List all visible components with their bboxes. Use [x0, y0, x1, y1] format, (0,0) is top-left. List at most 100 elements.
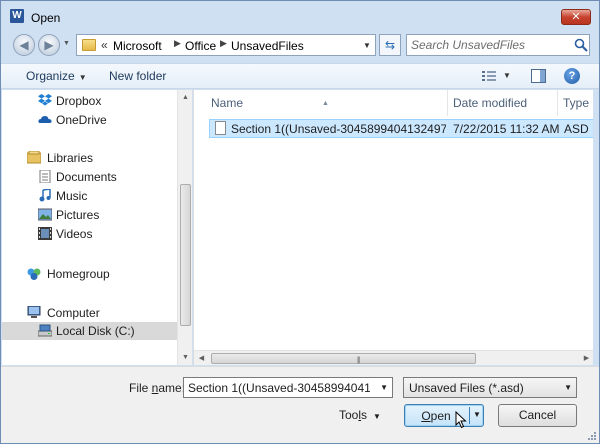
word-app-icon: W: [10, 9, 24, 23]
navigation-pane: Dropbox OneDrive Libraries Documents Mus…: [2, 90, 192, 365]
label-accelerator: O: [421, 409, 431, 423]
forward-arrow-icon: ▶: [44, 38, 54, 52]
local-disk-icon: [38, 324, 52, 337]
file-type: ASD Fi: [564, 122, 593, 136]
organize-label: Organize: [26, 69, 75, 83]
chevron-down-icon: ▼: [373, 412, 381, 421]
chevron-down-icon[interactable]: ▼: [380, 383, 388, 392]
open-dialog: W Open ✕ ◀ ▶ ▼ « Microsoft ▶ Office ▶ Un…: [0, 0, 600, 444]
address-bar[interactable]: « Microsoft ▶ Office ▶ UnsavedFiles ▼: [76, 34, 376, 56]
nav-item-music[interactable]: Music: [2, 187, 177, 205]
nav-label: Music: [56, 189, 88, 203]
refresh-icon: ⇆: [384, 38, 396, 52]
search-box[interactable]: [406, 34, 590, 56]
mouse-cursor-icon: [455, 411, 467, 429]
file-icon: [215, 121, 226, 135]
scroll-right-icon[interactable]: ▶: [579, 351, 593, 365]
file-name: Section 1((Unsaved-304589940413249776...: [231, 122, 446, 136]
cancel-button[interactable]: Cancel: [498, 404, 577, 427]
nav-item-libraries[interactable]: Libraries: [2, 149, 177, 167]
file-list: Name ▲ Date modified Type Section 1((Unsa…: [193, 90, 593, 365]
nav-item-dropbox[interactable]: Dropbox: [2, 92, 177, 110]
dialog-footer: File name: ▼ Unsaved Files (*.asd) ▼ Too…: [1, 366, 599, 443]
search-icon[interactable]: [574, 38, 588, 52]
nav-label: OneDrive: [56, 113, 107, 127]
view-options-icon[interactable]: [481, 70, 497, 83]
view-dropdown-icon[interactable]: ▼: [503, 71, 511, 80]
back-arrow-icon: ◀: [19, 38, 29, 52]
pictures-icon: [38, 208, 52, 221]
search-input[interactable]: [411, 37, 569, 53]
column-header-type[interactable]: Type: [558, 90, 593, 116]
nav-label: Computer: [47, 306, 100, 320]
split-divider: [469, 407, 470, 424]
command-bar: Organize ▼ New folder ▼ ?: [1, 63, 599, 89]
documents-icon: [39, 170, 51, 183]
nav-label: Local Disk (C:): [56, 324, 135, 338]
chevron-down-icon[interactable]: ▼: [473, 410, 481, 419]
dropbox-icon: [38, 94, 52, 106]
videos-icon: [38, 227, 52, 240]
file-name-label: File name:: [129, 381, 185, 395]
grip-icon: |||: [357, 357, 361, 364]
nav-label: Pictures: [56, 208, 100, 222]
libraries-icon: [27, 151, 41, 164]
breadcrumb-unsavedfiles[interactable]: UnsavedFiles: [231, 39, 304, 53]
nav-label: Dropbox: [56, 94, 102, 108]
music-icon: [39, 189, 51, 202]
chevron-down-icon[interactable]: ▼: [564, 383, 572, 392]
nav-pane-scrollbar[interactable]: ▲ ▼: [177, 90, 192, 365]
file-date: 7/22/2015 11:32 AM: [453, 122, 560, 136]
open-button[interactable]: Open ▼: [404, 404, 484, 427]
scroll-thumb[interactable]: |||: [211, 353, 476, 364]
nav-label: Videos: [56, 227, 93, 241]
nav-label: Homegroup: [47, 267, 110, 281]
folder-icon: [82, 39, 96, 51]
file-name-combobox[interactable]: ▼: [183, 377, 393, 398]
preview-pane-icon[interactable]: [531, 69, 546, 83]
file-type-select[interactable]: Unsaved Files (*.asd) ▼: [403, 377, 577, 398]
column-header-label: Name: [211, 96, 244, 110]
breadcrumb-office[interactable]: Office: [185, 39, 216, 53]
back-button[interactable]: ◀: [13, 34, 35, 56]
nav-item-computer[interactable]: Computer: [2, 304, 177, 322]
file-row[interactable]: Section 1((Unsaved-304589940413249776...…: [209, 119, 593, 138]
resize-grip-icon[interactable]: [587, 431, 597, 441]
file-list-hscrollbar[interactable]: ◀ ||| ▶: [194, 350, 593, 365]
nav-item-videos[interactable]: Videos: [2, 225, 177, 243]
breadcrumb-microsoft[interactable]: Microsoft: [113, 39, 162, 53]
label-part: s: [361, 408, 368, 422]
address-overflow[interactable]: «: [101, 38, 108, 52]
close-button[interactable]: ✕: [561, 9, 591, 25]
nav-item-local-disk[interactable]: Local Disk (C:): [2, 322, 177, 340]
label-part: ame:: [158, 381, 186, 395]
help-icon[interactable]: ?: [564, 68, 580, 84]
computer-icon: [27, 306, 41, 318]
homegroup-icon: [27, 268, 41, 280]
new-folder-button[interactable]: New folder: [109, 69, 166, 83]
scroll-thumb[interactable]: [180, 184, 191, 326]
title-bar: W Open ✕: [1, 1, 599, 31]
window-title: Open: [31, 11, 61, 25]
forward-button[interactable]: ▶: [38, 34, 60, 56]
nav-item-onedrive[interactable]: OneDrive: [2, 111, 177, 129]
nav-item-homegroup[interactable]: Homegroup: [2, 265, 177, 283]
address-dropdown-icon[interactable]: ▼: [363, 41, 371, 50]
nav-item-pictures[interactable]: Pictures: [2, 206, 177, 224]
recent-locations-dropdown[interactable]: ▼: [63, 40, 73, 50]
column-header-name[interactable]: Name ▲: [194, 90, 448, 116]
organize-button[interactable]: Organize ▼: [26, 69, 87, 83]
scroll-up-icon[interactable]: ▲: [178, 90, 193, 105]
column-header-date[interactable]: Date modified: [448, 90, 558, 116]
nav-label: Documents: [56, 170, 117, 184]
tools-button[interactable]: Tools ▼: [339, 408, 381, 422]
chevron-right-icon[interactable]: ▶: [220, 38, 227, 49]
scroll-down-icon[interactable]: ▼: [178, 350, 193, 365]
label-part: File: [129, 381, 152, 395]
chevron-down-icon: ▼: [78, 73, 87, 82]
nav-item-documents[interactable]: Documents: [2, 168, 177, 186]
chevron-right-icon[interactable]: ▶: [174, 38, 181, 49]
file-name-input[interactable]: [188, 380, 370, 395]
refresh-button[interactable]: ⇆: [379, 34, 401, 56]
scroll-left-icon[interactable]: ◀: [194, 351, 209, 365]
